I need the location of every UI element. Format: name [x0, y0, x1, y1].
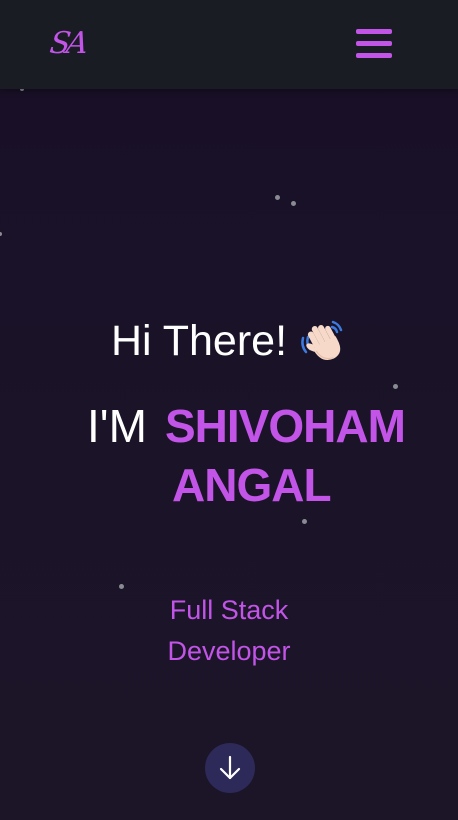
star-particle: [275, 195, 280, 200]
name-last: ANGAL: [172, 459, 332, 511]
star-particle: [291, 201, 296, 206]
hamburger-bar: [356, 29, 392, 34]
role-line-2: Developer: [167, 636, 291, 666]
hero-greeting: Hi There!: [0, 314, 458, 368]
waving-hand-icon: [301, 320, 343, 360]
hero-role: Full Stack Developer: [0, 590, 458, 672]
star-particle: [0, 232, 2, 236]
role-line-1: Full Stack: [169, 595, 289, 625]
hamburger-bar: [356, 53, 392, 58]
logo[interactable]: SA: [47, 26, 87, 62]
star-particle: [302, 519, 307, 524]
hamburger-bar: [356, 41, 392, 46]
star-particle: [119, 584, 124, 589]
hamburger-menu-icon[interactable]: [356, 29, 392, 59]
page: SA Hi There! I'M SHIVOHAM ANGAL Full Sta…: [0, 0, 458, 820]
navbar: SA: [0, 0, 458, 89]
arrow-down-icon: [219, 755, 241, 780]
name-prefix: I'M: [87, 400, 147, 452]
star-particle: [393, 384, 398, 389]
scroll-down-button[interactable]: [205, 743, 255, 793]
greeting-text: Hi There!: [110, 317, 288, 365]
name-first: SHIVOHAM: [165, 400, 406, 452]
